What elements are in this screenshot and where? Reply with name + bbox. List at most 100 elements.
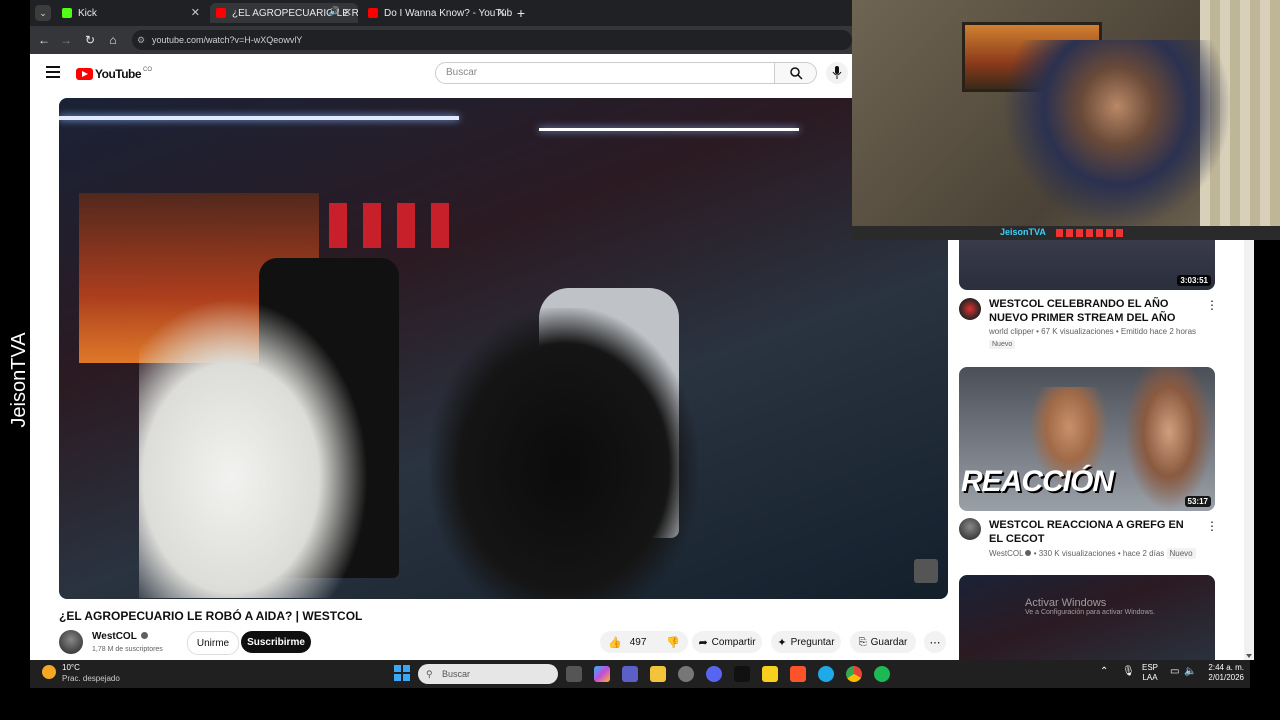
search-input[interactable]: Buscar [435,62,775,84]
recommendation-stats: 330 K visualizaciones • hace 2 días [1038,549,1165,558]
file-explorer-icon[interactable] [650,666,666,682]
close-icon[interactable]: ✕ [191,6,200,19]
more-actions-button[interactable]: ⋯ [924,631,946,653]
lang-code: ESP [1142,663,1159,672]
sparkle-icon: ✦ [777,636,787,649]
windows-icon [394,665,410,681]
country-code: CO [143,67,153,73]
volume-icon[interactable]: 🔈 [1184,666,1196,677]
share-label: Compartir [711,636,756,648]
thumbnail-text: REACCIÓN [961,465,1114,498]
home-button[interactable]: ⌂ [103,30,123,50]
discord-icon[interactable] [706,666,722,682]
like-count: 497 [629,636,647,648]
reload-button[interactable]: ↻ [80,30,100,50]
subscribe-button[interactable]: Suscribirme [241,631,311,653]
tab-label: Do I Wanna Know? - YouTube [384,7,512,19]
search-button[interactable] [775,62,817,84]
address-bar[interactable]: ⚙ youtube.com/watch?v=H-wXQeowvlY [132,30,852,50]
spotify-icon[interactable] [874,666,890,682]
taskbar-search-text: Buscar [442,669,471,679]
language-indicator[interactable]: ESP LAA [1142,663,1158,683]
recommendation-stats: 67 K visualizaciones • Emitido hace 2 ho… [1041,327,1197,336]
back-button[interactable]: ← [34,30,54,50]
clock[interactable]: 2:44 a. m. 2/01/2026 [1200,663,1244,683]
video-player[interactable] [59,98,948,599]
share-button[interactable]: ➦ Compartir [692,631,762,653]
tab-list-button[interactable]: ⌄ [35,5,51,21]
settings-icon[interactable] [678,666,694,682]
streamer-watermark: JeisonTVA [8,332,30,428]
save-button[interactable]: ⎘ Guardar [850,631,916,653]
weather-temp: 10°C [62,663,80,672]
video-duration: 53:17 [1184,496,1211,507]
youtube-logo[interactable]: YouTube CO [76,66,152,82]
join-button[interactable]: Unirme [187,631,239,655]
recommendation-channel-avatar[interactable] [959,518,981,540]
chrome-icon[interactable] [846,666,862,682]
thumbs-up-icon: 👍 [608,636,622,649]
activation-subtitle: Ve a Configuración para activar Windows. [1025,609,1155,616]
cam-name-banner: JeisonTVA [852,226,1280,240]
recommendation-thumbnail[interactable]: REACCIÓN 53:17 [959,367,1215,511]
like-button[interactable]: 👍 497 [600,631,658,653]
more-options-icon[interactable]: ⋮ [1206,298,1218,312]
recommendation-title[interactable]: WESTCOL REACCIONA A GREFG EN EL CECOT [989,518,1199,546]
clock-date: 2/01/2026 [1208,673,1244,682]
task-view-icon[interactable] [566,666,582,682]
menu-icon[interactable] [46,66,60,78]
start-button[interactable] [394,665,410,681]
video-duration: 3:03:51 [1177,275,1211,286]
tab-label: Kick [78,7,97,19]
windows-activation-watermark: Activar Windows Ve a Configuración para … [1025,597,1155,616]
ask-label: Preguntar [790,636,835,648]
thumbs-down-icon: 👎 [666,636,680,649]
bookmark-icon: ⎘ [858,636,867,648]
tab-youtube-music[interactable]: Do I Wanna Know? - YouTube ✕ [362,3,512,23]
new-tab-button[interactable]: + [512,4,530,22]
channel-name[interactable]: WestCOL [92,631,149,642]
verified-icon [141,632,149,639]
tab-kick[interactable]: Kick ✕ [56,3,206,23]
capture-app-icon[interactable] [762,666,778,682]
edge-icon[interactable] [818,666,834,682]
recommendation-channel-avatar[interactable] [959,298,981,320]
voice-search-button[interactable] [826,62,848,84]
network-icon[interactable]: ▭ [1170,666,1179,677]
more-options-icon[interactable]: ⋮ [1206,519,1218,533]
channel-watermark-icon[interactable] [914,559,938,583]
forward-button[interactable]: → [56,30,76,50]
copilot-icon[interactable] [594,666,610,682]
microphone-tray-icon[interactable]: 🎙 [1122,666,1135,677]
thumbnail-person [1124,367,1214,511]
video-title: ¿EL AGROPECUARIO LE ROBÓ A AIDA? | WESTC… [59,609,363,623]
tiktok-icon[interactable] [734,666,750,682]
recommendation-thumbnail[interactable]: Activar Windows Ve a Configuración para … [959,575,1215,660]
search-icon [790,67,803,80]
brave-icon[interactable] [790,666,806,682]
recommendation-title[interactable]: WESTCOL CELEBRANDO EL AÑO NUEVO PRIMER S… [989,297,1199,325]
tab-youtube-active[interactable]: ¿EL AGROPECUARIO LE RO 🔊 ✕ [210,3,358,23]
recommendation-meta: world clipper • 67 K visualizaciones • E… [989,327,1197,336]
cam-name-text: JeisonTVA [1000,227,1046,237]
site-info-icon[interactable]: ⚙ [137,30,145,50]
browser-tab-bar: ⌄ Kick ✕ ¿EL AGROPECUARIO LE RO 🔊 ✕ Do I… [30,0,852,26]
tray-chevron-icon[interactable]: ⌃ [1100,666,1108,677]
teams-icon[interactable] [622,666,638,682]
search-icon: ⚲ [426,669,433,679]
taskbar-search[interactable]: ⚲ Buscar [418,664,558,684]
channel-avatar[interactable] [59,630,83,654]
dislike-button[interactable]: 👎 [658,631,688,653]
speaker-icon[interactable]: 🔊 [329,6,340,17]
recommendation-thumbnail[interactable]: 3:03:51 [959,240,1215,290]
weather-widget[interactable]: 10°C Prac. despejado [40,662,130,686]
video-frame-neon-light [59,116,459,120]
save-label: Guardar [870,636,908,648]
cam-person [1002,40,1232,230]
ask-button[interactable]: ✦ Preguntar [771,631,841,653]
page-scrollbar[interactable] [1244,240,1254,660]
close-icon[interactable]: ✕ [497,6,506,19]
close-icon[interactable]: ✕ [343,6,352,19]
activation-title: Activar Windows [1025,597,1107,609]
logo-text: YouTube [95,67,142,81]
